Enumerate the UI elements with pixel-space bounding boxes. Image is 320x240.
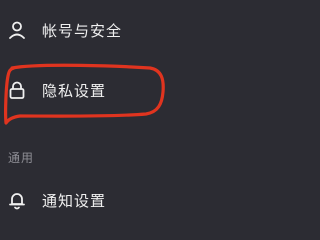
menu-item-notification-settings[interactable]: 通知设置 (0, 172, 320, 228)
menu-item-label: 通知设置 (42, 191, 107, 210)
menu-item-label: 隐私设置 (42, 81, 107, 100)
section-title-general: 通用 (8, 151, 35, 165)
lock-icon (6, 79, 28, 101)
menu-item-privacy-settings[interactable]: 隐私设置 (0, 62, 320, 118)
menu-item-label: 帐号与安全 (42, 21, 123, 40)
settings-screen: 帐号与安全 隐私设置 通用 通知设置 (0, 0, 320, 240)
menu-item-account-security[interactable]: 帐号与安全 (0, 2, 320, 58)
person-icon (6, 19, 28, 41)
bell-icon (6, 189, 28, 211)
